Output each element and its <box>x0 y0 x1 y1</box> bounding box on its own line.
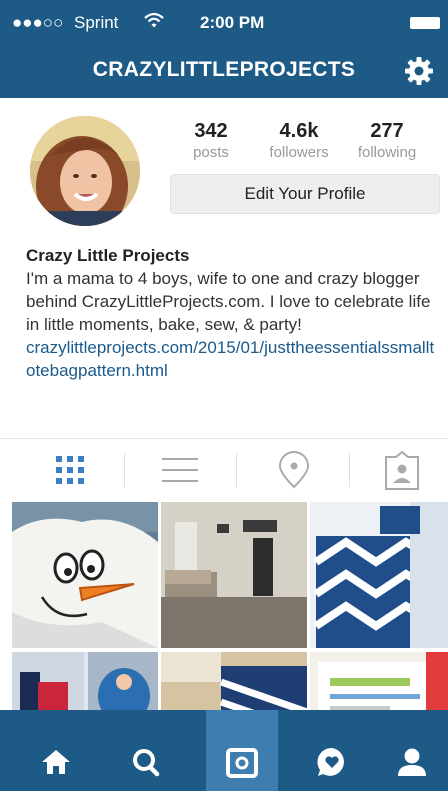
home-icon[interactable] <box>20 710 92 791</box>
posts-label: posts <box>193 144 229 161</box>
photo-grid <box>12 502 448 710</box>
photo-thumbnail[interactable] <box>12 652 158 710</box>
tab-divider <box>124 453 125 487</box>
clock: 2:00 PM <box>200 13 265 32</box>
heart-bubble-icon[interactable] <box>296 710 368 791</box>
signal-strength: ●●●○○ <box>12 13 64 32</box>
posts-stat[interactable]: 342 posts <box>166 120 256 161</box>
posts-count: 342 <box>194 120 228 142</box>
bio-text: I'm a mama to 4 boys, wife to one and cr… <box>26 269 431 334</box>
bio-link[interactable]: crazylittleprojects.com/2015/01/justthee… <box>26 336 436 382</box>
photo-thumbnail[interactable] <box>161 652 307 710</box>
bottom-nav <box>0 710 448 791</box>
profile-header: 342 posts 4.6k followers 277 following E… <box>0 98 448 438</box>
photo-thumbnail[interactable] <box>161 502 307 648</box>
tab-divider <box>349 453 350 487</box>
photo-thumbnail[interactable] <box>310 652 448 710</box>
status-bar: ●●●○○ Sprint 2:00 PM <box>0 0 448 44</box>
edit-profile-button[interactable]: Edit Your Profile <box>170 174 440 214</box>
photo-thumbnail[interactable] <box>310 502 448 648</box>
battery-icon <box>410 17 440 29</box>
photo-thumbnail[interactable] <box>12 502 158 648</box>
search-icon[interactable] <box>110 710 182 791</box>
list-icon[interactable] <box>150 447 210 495</box>
tagged-person-icon[interactable] <box>372 447 432 495</box>
profile-name: Crazy Little Projects <box>26 246 190 265</box>
tab-divider <box>236 453 237 487</box>
view-tabs <box>0 438 448 500</box>
profile-stats: 342 posts 4.6k followers 277 following <box>170 120 438 164</box>
carrier-name: Sprint <box>74 13 119 32</box>
gear-icon[interactable] <box>404 56 434 86</box>
followers-stat[interactable]: 4.6k followers <box>254 120 344 161</box>
following-count: 277 <box>370 120 404 142</box>
page-title: CRAZYLITTLEPROJECTS <box>92 58 356 81</box>
following-stat[interactable]: 277 following <box>342 120 432 161</box>
following-label: following <box>357 144 417 161</box>
location-pin-icon[interactable] <box>264 447 324 495</box>
followers-label: followers <box>269 144 329 161</box>
camera-icon[interactable] <box>206 710 278 791</box>
grid-icon[interactable] <box>40 447 100 495</box>
nav-bar: CRAZYLITTLEPROJECTS <box>0 44 448 98</box>
followers-count: 4.6k <box>279 120 319 142</box>
avatar[interactable] <box>30 116 140 226</box>
profile-bio: Crazy Little Projects I'm a mama to 4 bo… <box>26 244 436 382</box>
wifi-icon <box>143 9 165 36</box>
person-icon[interactable] <box>376 710 448 791</box>
